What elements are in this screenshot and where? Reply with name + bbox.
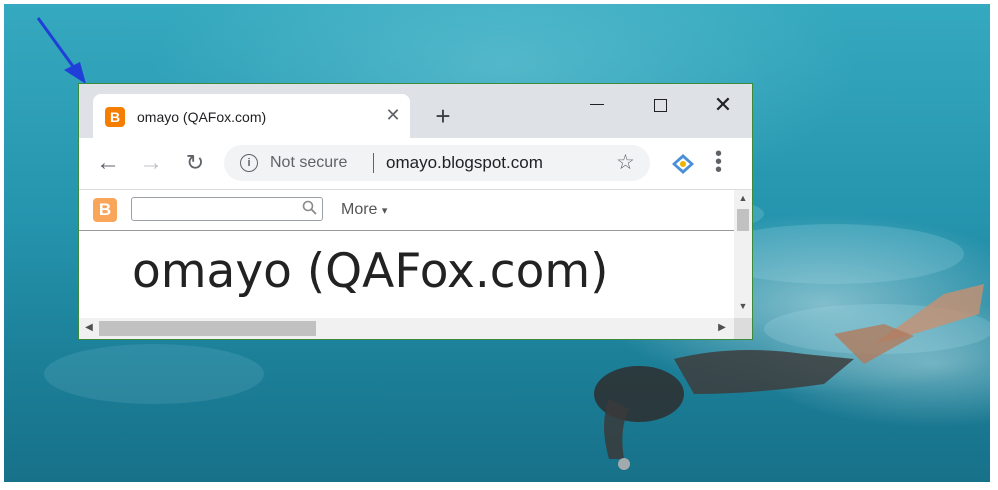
tab-title: omayo (QAFox.com): [137, 109, 267, 125]
scrollbar-corner: [734, 318, 752, 339]
browser-window: B omayo (QAFox.com) ✕ + ✕ ← → ↻ i Not se…: [78, 83, 753, 340]
scroll-down-icon[interactable]: ▼: [737, 300, 749, 312]
more-label: More: [341, 201, 378, 218]
security-label[interactable]: Not secure: [270, 154, 347, 172]
navbar-search-input[interactable]: [131, 197, 323, 221]
close-window-button[interactable]: ✕: [703, 90, 743, 120]
blogger-icon: B: [105, 107, 125, 127]
water-caustic: [44, 344, 264, 404]
search-icon[interactable]: [302, 200, 317, 219]
blogger-navbar: B More ▾: [79, 190, 734, 231]
info-icon[interactable]: i: [240, 154, 258, 172]
vertical-scrollbar[interactable]: ▲ ▼: [734, 190, 752, 318]
caret-down-icon: ▾: [381, 205, 388, 217]
title-bar[interactable]: B omayo (QAFox.com) ✕ + ✕: [79, 84, 752, 138]
more-dropdown[interactable]: More ▾: [341, 201, 387, 219]
extension-icon[interactable]: [671, 153, 695, 175]
browser-tab[interactable]: B omayo (QAFox.com) ✕: [93, 94, 410, 138]
scroll-left-icon[interactable]: ◀: [83, 322, 95, 334]
back-button[interactable]: ←: [95, 150, 121, 176]
minimize-icon: [590, 104, 604, 105]
horizontal-scroll-thumb[interactable]: [99, 321, 316, 336]
vertical-scroll-thumb[interactable]: [737, 209, 749, 231]
blog-title[interactable]: omayo (QAFox.com): [132, 244, 608, 299]
reload-button[interactable]: ↻: [182, 150, 208, 176]
horizontal-scrollbar[interactable]: ◀ ▶: [79, 318, 734, 339]
maximize-icon: [653, 99, 667, 112]
maximize-button[interactable]: [640, 90, 680, 120]
menu-kebab-icon[interactable]: • • •: [715, 144, 722, 180]
tab-close-icon[interactable]: ✕: [383, 105, 403, 125]
scroll-right-icon[interactable]: ▶: [716, 322, 728, 334]
scroll-up-icon[interactable]: ▲: [737, 192, 749, 204]
address-bar[interactable]: i Not secure omayo.blogspot.com ☆: [224, 145, 650, 181]
forward-button[interactable]: →: [138, 150, 164, 176]
blogger-logo-icon[interactable]: B: [93, 198, 117, 222]
url-text[interactable]: omayo.blogspot.com: [386, 153, 543, 173]
pointer-arrow-icon: [36, 17, 86, 84]
page-content: B More ▾ omayo (QAFox.com): [79, 190, 734, 318]
bookmark-star-icon[interactable]: ☆: [616, 150, 635, 175]
minimize-button[interactable]: [577, 90, 617, 120]
new-tab-button[interactable]: +: [431, 103, 455, 129]
browser-toolbar: ← → ↻ i Not secure omayo.blogspot.com ☆ …: [79, 138, 752, 190]
address-divider: [373, 153, 374, 173]
